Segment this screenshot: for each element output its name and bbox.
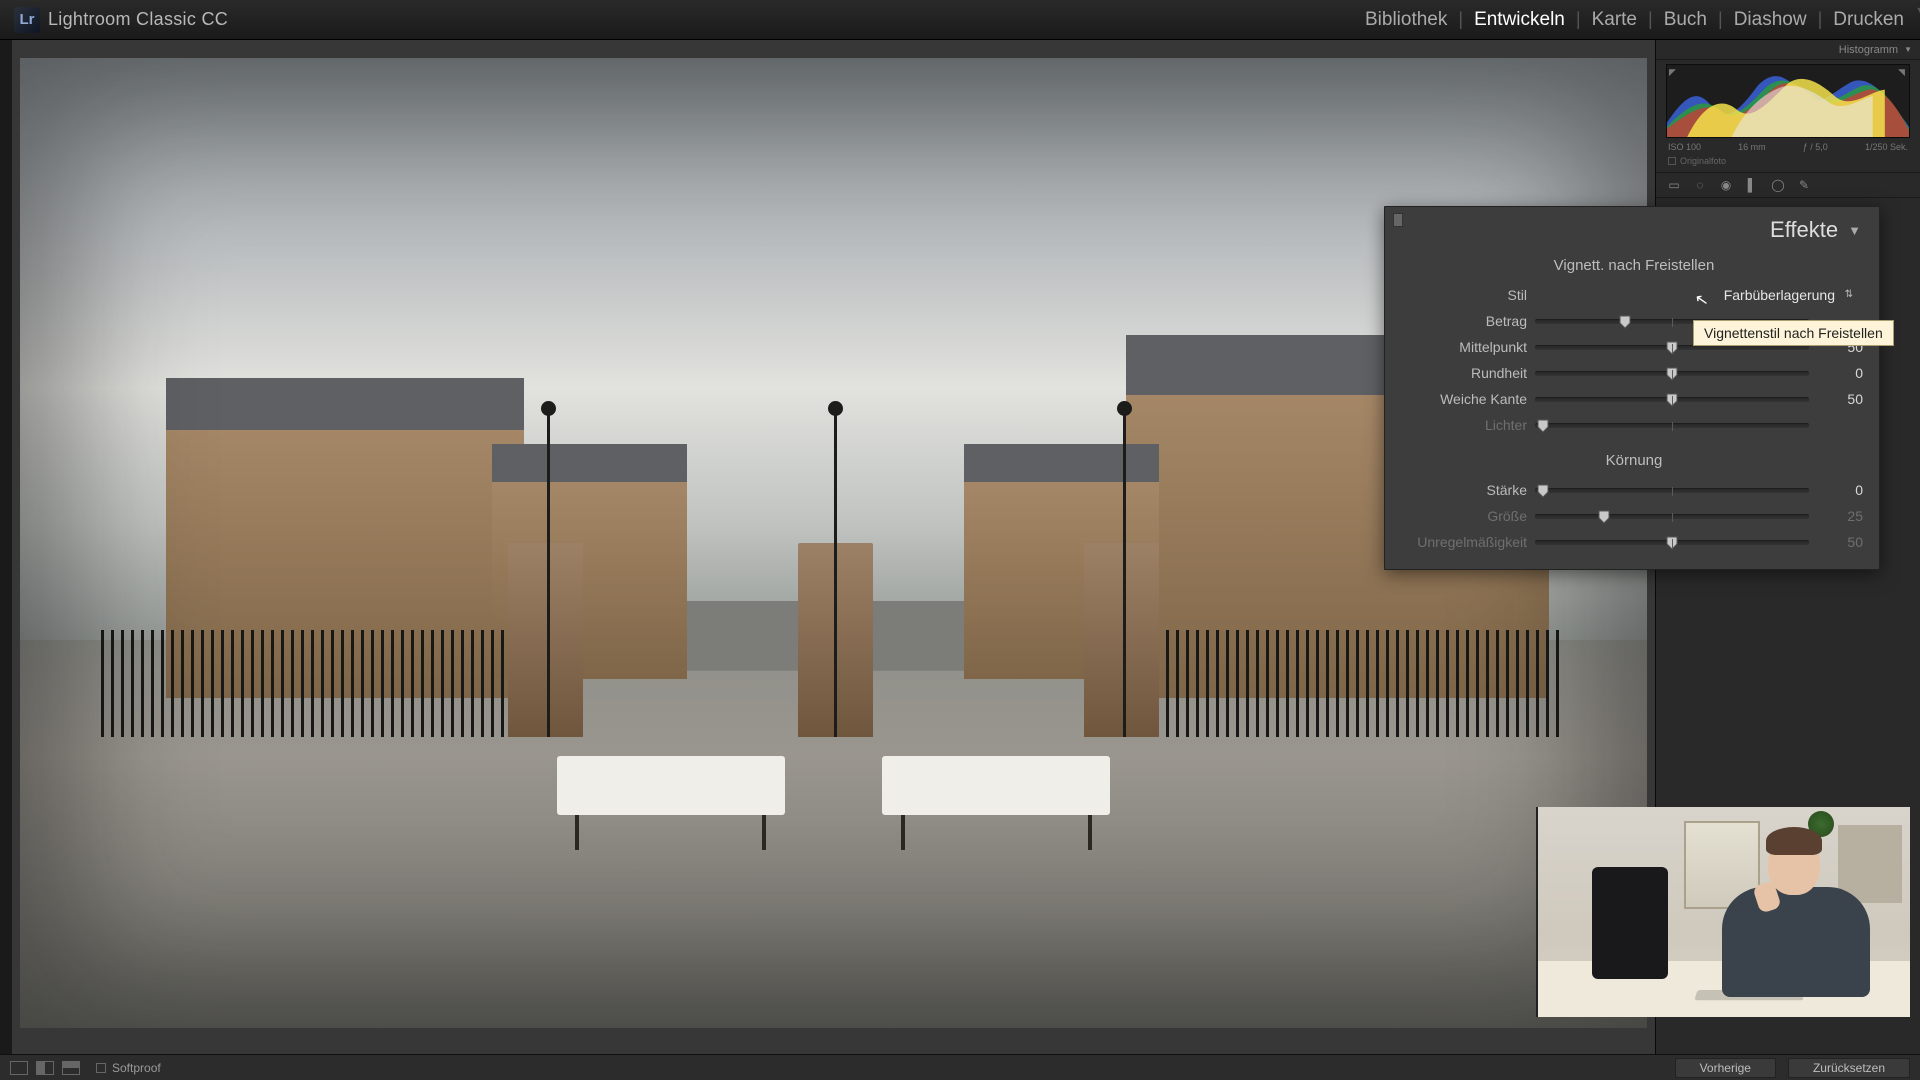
logo-mark: Lr <box>14 7 40 33</box>
vignette-style-row: Stil Farbüberlagerung ⇅ <box>1405 282 1863 308</box>
original-photo-row[interactable]: Originalfoto <box>1656 154 1920 172</box>
vignette-slider-label: Lichter <box>1405 417 1527 433</box>
effects-panel-title: Effekte <box>1770 217 1838 243</box>
grain-slider-value[interactable]: 25 <box>1817 508 1863 524</box>
grain-section-title: Körnung <box>1405 452 1863 469</box>
slider-thumb[interactable] <box>1619 315 1631 329</box>
previous-button[interactable]: Vorherige <box>1675 1058 1776 1078</box>
vignette-slider-value[interactable]: 50 <box>1817 391 1863 407</box>
local-tools: ▭ ◌ ◉ ▌ ◯ ✎ <box>1656 172 1920 198</box>
webcam-overlay <box>1536 807 1910 1017</box>
histogram-label: Histogramm <box>1839 44 1898 56</box>
tooltip: Vignettenstil nach Freistellen <box>1693 320 1894 346</box>
vignette-slider-label: Mittelpunkt <box>1405 339 1527 355</box>
shadow-clip-indicator[interactable]: ◤ <box>1669 67 1678 76</box>
grad-tool-icon[interactable]: ▌ <box>1744 177 1760 193</box>
meta-shutter: 1/250 Sek. <box>1865 142 1908 152</box>
softproof-checkbox[interactable] <box>96 1063 106 1073</box>
histogram-meta: ISO 100 16 mm ƒ / 5,0 1/250 Sek. <box>1656 140 1920 154</box>
app-logo: Lr Lightroom Classic CC <box>14 7 228 33</box>
panel-toggle-switch[interactable] <box>1393 213 1403 227</box>
left-gutter <box>0 40 12 1054</box>
slider-thumb[interactable] <box>1666 341 1678 355</box>
view-mode-icons <box>10 1061 80 1075</box>
slider-thumb[interactable] <box>1537 419 1549 433</box>
slider-thumb[interactable] <box>1666 367 1678 381</box>
grain-slider-value[interactable]: 0 <box>1817 482 1863 498</box>
vignette-section-title: Vignett. nach Freistellen <box>1405 257 1863 274</box>
crop-tool-icon[interactable]: ▭ <box>1666 177 1682 193</box>
grain-slider-label: Stärke <box>1405 482 1527 498</box>
vignette-slider-row: Weiche Kante 50 <box>1405 386 1863 412</box>
bottom-toolbar: Softproof Vorherige Zurücksetzen <box>0 1054 1920 1080</box>
grain-slider-label: Größe <box>1405 508 1527 524</box>
vignette-slider-label: Betrag <box>1405 313 1527 329</box>
slider-thumb[interactable] <box>1537 484 1549 498</box>
grain-slider-row: Größe 25 <box>1405 503 1863 529</box>
grain-slider-track[interactable] <box>1535 514 1809 519</box>
meta-iso: ISO 100 <box>1668 142 1701 152</box>
vignette-slider-track[interactable] <box>1535 397 1809 402</box>
vignette-slider-value[interactable]: 0 <box>1817 365 1863 381</box>
grain-slider-track[interactable] <box>1535 540 1809 545</box>
before-after-lr-icon[interactable] <box>36 1061 54 1075</box>
meta-focal: 16 mm <box>1738 142 1766 152</box>
original-checkbox[interactable] <box>1668 157 1676 165</box>
slider-thumb[interactable] <box>1598 510 1610 524</box>
effects-panel: Effekte ▼ Vignett. nach Freistellen Stil… <box>1384 206 1880 570</box>
histogram[interactable]: ◤ ◥ <box>1666 64 1910 138</box>
original-label: Originalfoto <box>1680 156 1726 166</box>
panel-collapse-top[interactable]: ▼ <box>960 0 1920 18</box>
histogram-header[interactable]: Histogramm ▼ <box>1656 40 1920 60</box>
chevron-down-icon: ▼ <box>1848 223 1861 238</box>
slider-thumb[interactable] <box>1666 393 1678 407</box>
radial-tool-icon[interactable]: ◯ <box>1770 177 1786 193</box>
vignette-slider-row: Rundheit 0 <box>1405 360 1863 386</box>
meta-aperture: ƒ / 5,0 <box>1803 142 1828 152</box>
grain-slider-value[interactable]: 50 <box>1817 534 1863 550</box>
dropdown-caret-icon: ⇅ <box>1845 289 1853 300</box>
brush-tool-icon[interactable]: ✎ <box>1796 177 1812 193</box>
loupe-view-icon[interactable] <box>10 1061 28 1075</box>
vignette-slider-track[interactable] <box>1535 371 1809 376</box>
effects-panel-header[interactable]: Effekte ▼ <box>1385 207 1879 251</box>
grain-slider-track[interactable] <box>1535 488 1809 493</box>
app-header: Lr Lightroom Classic CC ▼ Bibliothek| En… <box>0 0 1920 40</box>
vignette-slider-label: Rundheit <box>1405 365 1527 381</box>
vignette-slider-track[interactable] <box>1535 423 1809 428</box>
spot-tool-icon[interactable]: ◌ <box>1692 177 1708 193</box>
grain-slider-row: Unregelmäßigkeit 50 <box>1405 529 1863 555</box>
vignette-slider-label: Weiche Kante <box>1405 391 1527 407</box>
app-title: Lightroom Classic CC <box>48 9 228 30</box>
reset-button[interactable]: Zurücksetzen <box>1788 1058 1910 1078</box>
redeye-tool-icon[interactable]: ◉ <box>1718 177 1734 193</box>
vignette-style-label: Stil <box>1405 287 1527 303</box>
grain-slider-row: Stärke 0 <box>1405 477 1863 503</box>
before-after-tb-icon[interactable] <box>62 1061 80 1075</box>
softproof-label: Softproof <box>112 1061 161 1075</box>
grain-slider-label: Unregelmäßigkeit <box>1405 534 1527 550</box>
chevron-down-icon: ▼ <box>1904 45 1912 54</box>
vignette-slider-row: Lichter <box>1405 412 1863 438</box>
slider-thumb[interactable] <box>1666 536 1678 550</box>
vignette-style-value: Farbüberlagerung <box>1724 287 1835 303</box>
highlight-clip-indicator[interactable]: ◥ <box>1898 67 1907 76</box>
